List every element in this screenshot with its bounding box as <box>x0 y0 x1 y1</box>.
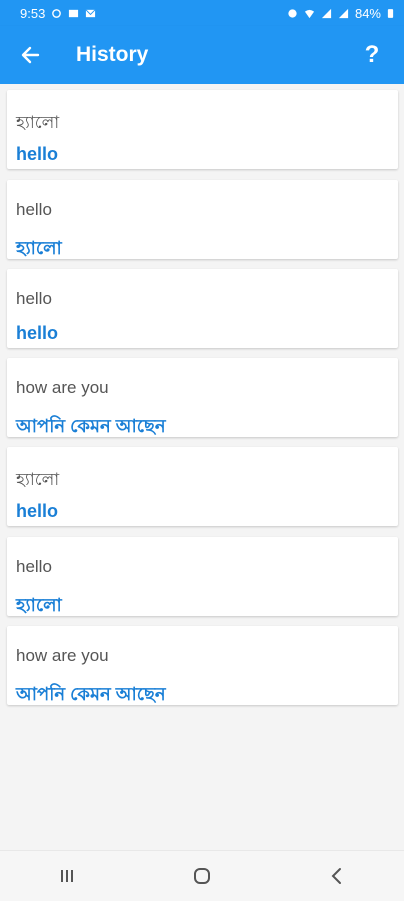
status-bar: 9:53 84% <box>0 0 404 26</box>
recents-button[interactable] <box>37 856 97 896</box>
page-title: History <box>76 43 149 66</box>
system-nav-bar <box>0 850 404 901</box>
help-icon: ? <box>364 41 380 68</box>
translation-text: আপনি কেমন আছেন <box>16 684 166 704</box>
history-item[interactable]: hello হ্যালো <box>7 537 398 616</box>
source-text: হ্যালো <box>16 113 60 132</box>
source-text: হ্যালো <box>16 470 60 489</box>
history-item[interactable]: how are you আপনি কেমন আছেন <box>7 626 398 705</box>
source-text: hello <box>16 289 52 308</box>
source-text: hello <box>16 200 52 219</box>
alarm-icon <box>288 8 297 18</box>
translation-text: হ্যালো <box>16 238 62 258</box>
battery-percent: 84% <box>354 5 381 21</box>
back-nav-button[interactable] <box>307 856 367 896</box>
help-button[interactable]: ? <box>352 35 392 75</box>
signal-icon <box>321 8 332 18</box>
signal-icon <box>338 8 349 18</box>
home-button[interactable] <box>172 856 232 896</box>
notification-icon <box>52 8 62 18</box>
translation-text: আপনি কেমন আছেন <box>16 416 166 436</box>
recents-icon <box>61 870 74 882</box>
translation-text: hello <box>16 323 59 343</box>
translation-text: hello <box>16 144 59 164</box>
chevron-left-icon <box>331 868 341 884</box>
history-item[interactable]: hello হ্যালো <box>7 180 398 259</box>
status-left: 9:53 <box>20 6 96 21</box>
source-text: how are you <box>16 378 109 397</box>
history-item[interactable]: hello hello <box>7 269 398 348</box>
history-list: হ্যালো hello hello হ্যালো hello hello ho… <box>0 84 404 850</box>
gallery-icon <box>69 9 79 17</box>
status-time: 9:53 <box>20 5 46 21</box>
home-icon <box>193 868 210 884</box>
app-bar: History ? <box>0 26 404 84</box>
history-item[interactable]: হ্যালো hello <box>7 90 398 169</box>
source-text: hello <box>16 557 52 576</box>
battery-icon <box>387 8 394 18</box>
email-icon <box>85 9 96 17</box>
translation-text: হ্যালো <box>16 595 62 615</box>
wifi-icon <box>304 9 315 18</box>
translation-text: hello <box>16 501 59 521</box>
arrow-left-icon <box>21 46 40 64</box>
back-button[interactable] <box>10 35 50 75</box>
history-item[interactable]: how are you আপনি কেমন আছেন <box>7 358 398 437</box>
source-text: how are you <box>16 646 109 665</box>
status-right: 84% <box>287 6 394 21</box>
history-item[interactable]: হ্যালো hello <box>7 447 398 526</box>
